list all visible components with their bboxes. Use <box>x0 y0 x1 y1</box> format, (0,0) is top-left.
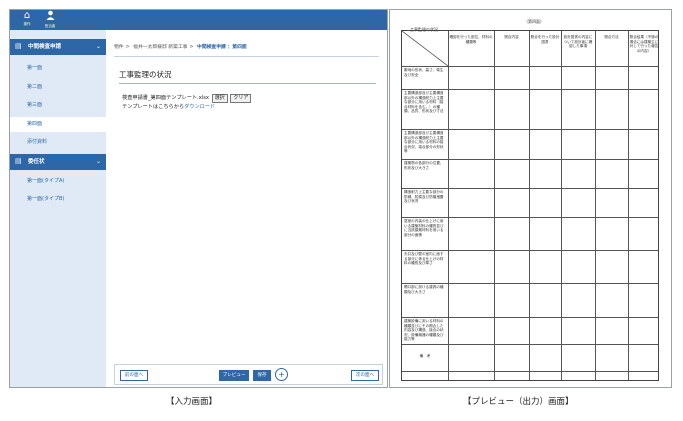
table-header-cell: 照合を行った設計図書 <box>530 35 560 44</box>
input-screen-frame: ⌂ 操作 担当者 ▤ 中間検査申請 ⌄ 第一面 第二面 第三面 第四面 添付資料… <box>9 9 388 388</box>
sidebar-item-attachments[interactable]: 添付資料 <box>10 135 106 150</box>
section-title: 工事監理の状況 <box>119 70 172 79</box>
user-nav-button[interactable]: 担当者 <box>37 10 63 30</box>
next-page-button[interactable]: 次の面へ <box>351 370 379 381</box>
table-row-line <box>402 344 658 345</box>
table-header-cell: 設計図書の内容について設計者に確認した事項 <box>563 35 593 49</box>
table-header-cell: 確認を行った部位、材料の種類等 <box>449 35 493 44</box>
sidebar-item-label: 添付資料 <box>27 139 48 145</box>
divider <box>114 56 379 57</box>
sidebar-item-label: 第一面(タイプB) <box>27 196 65 202</box>
form-number: （第四面） <box>524 19 544 24</box>
user-icon <box>37 10 63 24</box>
breadcrumb: 物件 > 福井一太郎様邸 新築工事 > 中間検査申請 ：第四面 <box>114 45 247 50</box>
table-row-line <box>402 317 658 318</box>
sidebar-group-title: 中間検査申請 <box>28 44 62 50</box>
sidebar-item-page2[interactable]: 第二面 <box>10 80 106 95</box>
table-row-line <box>402 89 658 90</box>
sidebar-group-inspection[interactable]: ▤ 中間検査申請 ⌄ <box>10 39 106 55</box>
chevron-down-icon: ⌄ <box>95 158 101 165</box>
add-circle-icon[interactable]: + <box>275 368 288 381</box>
table-row-label: 天井及び壁の室内に面する部分に係る仕上げの材料の種別及び厚さ <box>404 252 444 266</box>
table-row-line <box>402 188 658 189</box>
table-row-label: 敷地の形状、高さ、衛生及び安全 <box>404 68 444 77</box>
sidebar-item-page1[interactable]: 第一面 <box>10 61 106 76</box>
main-content: 物件 > 福井一太郎様邸 新築工事 > 中間検査申請 ：第四面 工事監理の状況 検査… <box>106 30 387 387</box>
table-row-line <box>402 66 658 67</box>
download-row: テンプレートはこちらからダウンロード <box>122 103 215 111</box>
preview-screen-caption: 【プレビュー（出力）画面】 <box>463 397 574 407</box>
table-row-label: 開口部に設ける建具の種類及び大きさ <box>404 285 444 294</box>
table-header-cell: 照合内容 <box>504 35 519 39</box>
table-row-label: 建築設備に用いる材料の種類並びにその照合した内容及び構造、接合の状況、設備機器の… <box>404 319 444 342</box>
sidebar-group-power-of-attorney[interactable]: ▤ 委任状 ⌄ <box>10 154 106 170</box>
table-column-line <box>494 31 495 380</box>
clear-file-button[interactable]: クリア <box>230 94 252 103</box>
table-column-line <box>561 31 562 380</box>
sidebar-item-page4[interactable]: 第四面 <box>10 117 106 132</box>
table-row-label: 備 考 <box>419 354 431 358</box>
template-filename: 検査申請書_第四面テンプレート.xlsx <box>122 95 209 101</box>
table-column-line <box>448 31 449 380</box>
sidebar-item-label: 第一面 <box>27 65 43 71</box>
table-row-line <box>402 283 658 284</box>
sidebar-item-label: 第二面 <box>27 84 43 90</box>
table-row-label: 建築物の各部分の位置、形状及び大きさ <box>404 161 444 170</box>
sidebar-item-label: 第四面 <box>27 121 43 127</box>
diagonal-header-line <box>402 31 448 66</box>
sidebar-item-type-a[interactable]: 第一面(タイプA) <box>10 174 106 189</box>
table-row-label: 主要構造部及び主要構造部以外の構造耐力上主要な部分に用いる材料（接合材料を含む。… <box>404 91 444 114</box>
sidebar-item-label: 第一面(タイプA) <box>27 178 65 184</box>
preview-screen-frame: （第四面） 工事監理の状況 確認を行った部位、材料の種類等 照合内容 照合を行った設… <box>389 9 672 388</box>
table-row-line <box>402 129 658 130</box>
input-screen-caption: 【入力画面】 <box>166 397 218 407</box>
table-column-line <box>595 31 596 380</box>
document-icon: ▤ <box>15 42 22 50</box>
footer-action-bar: 前の面へ プレビュー 保存 + 次の面へ <box>114 364 383 385</box>
save-button[interactable]: 保存 <box>253 370 271 381</box>
breadcrumb-current: 中間検査申請 ：第四面 <box>197 45 247 50</box>
breadcrumb-item[interactable]: 物件 <box>114 45 124 50</box>
table-row-line <box>402 250 658 251</box>
table-row-label: 居室の内装の仕上げに用いる建築材料の種別並びに当該建築材料を用いる部分の面積 <box>404 219 444 237</box>
user-label: 担当者 <box>44 24 56 28</box>
download-prefix-text: テンプレートはこちらから <box>122 104 185 110</box>
table-row-label: 構造耐力上主要な部分の防錆、防腐及び防蟻措置及び状況 <box>404 190 444 204</box>
sidebar-item-label: 第三面 <box>27 102 43 108</box>
preview-button[interactable]: プレビュー <box>219 370 249 381</box>
sidebar-group-title: 委任状 <box>28 159 45 165</box>
previous-page-button[interactable]: 前の面へ <box>120 370 148 381</box>
sidebar-item-page3[interactable]: 第三面 <box>10 98 106 113</box>
table-column-line <box>529 31 530 380</box>
download-link[interactable]: ダウンロード <box>184 104 215 110</box>
table-row-label: 主要構造部及び主要構造部以外の構造耐力上主要な部分に用いる材料の接合状況、接合部… <box>404 131 444 154</box>
table-row-line <box>402 159 658 160</box>
inspection-table: 確認を行った部位、材料の種類等 照合内容 照合を行った設計図書 設計図書の内容について… <box>401 30 659 381</box>
table-row-line <box>402 371 658 372</box>
chevron-down-icon: ⌄ <box>95 43 101 50</box>
table-header-cell: 照合結果（不適の場合には建築主に対して行った報告の内容） <box>629 35 659 53</box>
document-icon: ▤ <box>15 157 22 165</box>
breadcrumb-item[interactable]: 福井一太郎様邸 新築工事 <box>133 45 187 50</box>
table-header-cell: 照合方法 <box>604 35 619 39</box>
top-bar: ⌂ 操作 担当者 <box>10 10 387 30</box>
table-column-line <box>628 31 629 380</box>
select-file-button[interactable]: 選択 <box>211 94 228 103</box>
sidebar: ▤ 中間検査申請 ⌄ 第一面 第二面 第三面 第四面 添付資料 ▤ 委任状 ⌄ … <box>10 30 106 387</box>
table-row-line <box>402 217 658 218</box>
divider <box>119 83 376 84</box>
template-file-row: 検査申請書_第四面テンプレート.xlsx 選択 クリア <box>122 94 252 103</box>
sidebar-item-type-b[interactable]: 第一面(タイプB) <box>10 192 106 207</box>
